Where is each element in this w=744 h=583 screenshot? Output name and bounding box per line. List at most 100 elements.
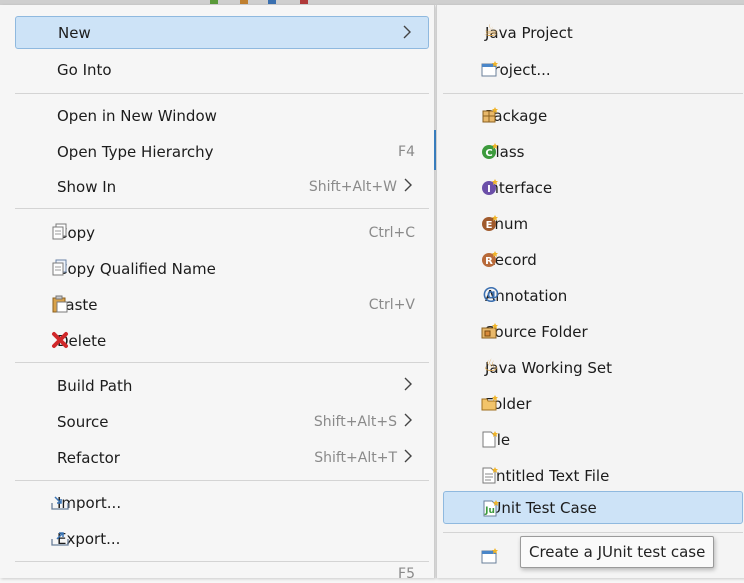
menu-separator — [443, 93, 743, 94]
menu-item-shortcut: Shift+Alt+W — [308, 178, 397, 195]
submenu-item-class[interactable]: C Class — [443, 135, 743, 168]
menu-item-label: New — [58, 23, 91, 42]
menu-item-new[interactable]: New — [15, 16, 429, 49]
submenu-item-file[interactable]: File — [443, 423, 743, 456]
menu-item-label: Source Folder — [485, 322, 588, 341]
menu-item-copy[interactable]: Copy Ctrl+C — [15, 216, 429, 249]
context-menu: New Go Into Open in New Window Open Type… — [0, 5, 435, 582]
menu-item-refresh-partial[interactable]: F5 — [15, 565, 429, 583]
menu-item-label: Import... — [57, 493, 122, 512]
submenu-item-java-project[interactable]: ☕ Java Project — [443, 16, 743, 49]
menu-item-shortcut: F5 — [398, 566, 415, 582]
menu-item-shortcut: Ctrl+C — [368, 224, 415, 241]
submenu-item-interface[interactable]: I Interface — [443, 171, 743, 204]
toolbar-fragment — [210, 0, 218, 4]
chevron-right-icon — [404, 178, 412, 192]
toolbar-fragment — [300, 0, 308, 4]
toolbar-fragment — [240, 0, 248, 4]
menu-separator — [15, 480, 429, 481]
copy-qualified-name-icon — [51, 259, 69, 277]
enum-icon: E — [481, 214, 499, 232]
submenu-item-enum[interactable]: E Enum — [443, 207, 743, 240]
menu-item-label: Open in New Window — [57, 106, 217, 125]
junit-test-case-icon: Ju — [482, 499, 500, 517]
menu-item-delete[interactable]: Delete — [15, 324, 429, 357]
file-icon — [481, 430, 499, 448]
class-icon: C — [481, 142, 499, 160]
svg-text:Ju: Ju — [484, 506, 495, 516]
svg-text:I: I — [487, 184, 491, 195]
submenu-item-java-working-set[interactable]: ♨ Java Working Set — [443, 351, 743, 384]
chevron-right-icon — [404, 449, 412, 463]
interface-icon: I — [481, 178, 499, 196]
record-icon: R — [481, 250, 499, 268]
paste-icon — [51, 295, 69, 313]
menu-item-label: Interface — [485, 178, 553, 197]
menu-item-label: Class — [485, 142, 525, 161]
menu-item-import[interactable]: Import... — [15, 486, 429, 519]
new-submenu: ☕ Java Project Project... Package C Clas… — [436, 5, 744, 578]
java-working-set-icon: ♨ — [483, 356, 499, 376]
package-icon — [481, 106, 499, 124]
folder-icon — [481, 394, 499, 412]
menu-item-label: Package — [485, 106, 548, 125]
menu-separator — [443, 532, 743, 533]
delete-icon — [51, 331, 69, 349]
text-file-icon — [481, 466, 499, 484]
submenu-item-source-folder[interactable]: Source Folder — [443, 315, 743, 348]
menu-item-open-type-hierarchy[interactable]: Open Type Hierarchy F4 — [15, 135, 429, 168]
menu-item-label: Folder — [485, 394, 532, 413]
menu-item-source[interactable]: Source Shift+Alt+S — [15, 405, 429, 438]
chevron-right-icon — [403, 25, 411, 39]
menu-item-label: Paste — [57, 295, 98, 314]
submenu-item-package[interactable]: Package — [443, 99, 743, 132]
submenu-item-folder[interactable]: Folder — [443, 387, 743, 420]
chevron-right-icon — [404, 413, 412, 427]
menu-item-label: Export... — [57, 529, 121, 548]
svg-text:C: C — [485, 148, 492, 159]
annotation-icon: @ — [482, 284, 500, 304]
menu-item-go-into[interactable]: Go Into — [15, 53, 429, 86]
submenu-item-junit-test-case[interactable]: Ju JUnit Test Case — [443, 491, 743, 524]
menu-item-label: Open Type Hierarchy — [57, 142, 214, 161]
menu-item-shortcut: F4 — [398, 143, 415, 160]
menu-item-shortcut: Shift+Alt+T — [314, 449, 397, 466]
menu-item-label: Copy — [57, 223, 96, 242]
menu-item-build-path[interactable]: Build Path — [15, 369, 429, 402]
chevron-right-icon — [404, 377, 412, 391]
source-folder-icon — [481, 322, 499, 340]
menu-item-label: Copy Qualified Name — [57, 259, 216, 278]
menu-item-open-in-new-window[interactable]: Open in New Window — [15, 99, 429, 132]
submenu-item-project[interactable]: Project... — [443, 53, 743, 86]
menu-separator — [15, 208, 429, 209]
submenu-item-record[interactable]: R Record — [443, 243, 743, 276]
toolbar-fragment — [268, 0, 276, 4]
menu-item-label: JUnit Test Case — [486, 498, 597, 517]
menu-item-shortcut: Shift+Alt+S — [313, 413, 397, 430]
menu-item-label: Java Working Set — [485, 358, 613, 377]
tooltip: Create a JUnit test case — [520, 536, 715, 568]
menu-item-copy-qualified-name[interactable]: Copy Qualified Name — [15, 252, 429, 285]
menu-item-show-in[interactable]: Show In Shift+Alt+W — [15, 170, 429, 203]
submenu-item-annotation[interactable]: @ Annotation — [443, 279, 743, 312]
submenu-item-untitled-text-file[interactable]: Untitled Text File — [443, 459, 743, 492]
copy-icon — [51, 223, 69, 241]
menu-item-paste[interactable]: Paste Ctrl+V — [15, 288, 429, 321]
java-project-icon: ☕ — [483, 21, 499, 41]
menu-separator — [15, 362, 429, 363]
menu-item-label: Show In — [57, 177, 117, 196]
menu-item-label: Untitled Text File — [485, 466, 610, 485]
project-icon — [481, 60, 499, 78]
menu-item-label: Source — [57, 412, 109, 431]
menu-separator — [15, 93, 429, 94]
svg-text:R: R — [485, 256, 493, 267]
other-icon — [481, 547, 499, 565]
menu-item-label: Build Path — [57, 376, 133, 395]
export-icon — [51, 529, 69, 547]
menu-item-label: File — [485, 430, 511, 449]
menu-item-label: Delete — [57, 331, 107, 350]
svg-text:E: E — [486, 220, 493, 231]
menu-item-refactor[interactable]: Refactor Shift+Alt+T — [15, 441, 429, 474]
menu-item-export[interactable]: Export... — [15, 522, 429, 555]
menu-separator — [15, 561, 429, 562]
